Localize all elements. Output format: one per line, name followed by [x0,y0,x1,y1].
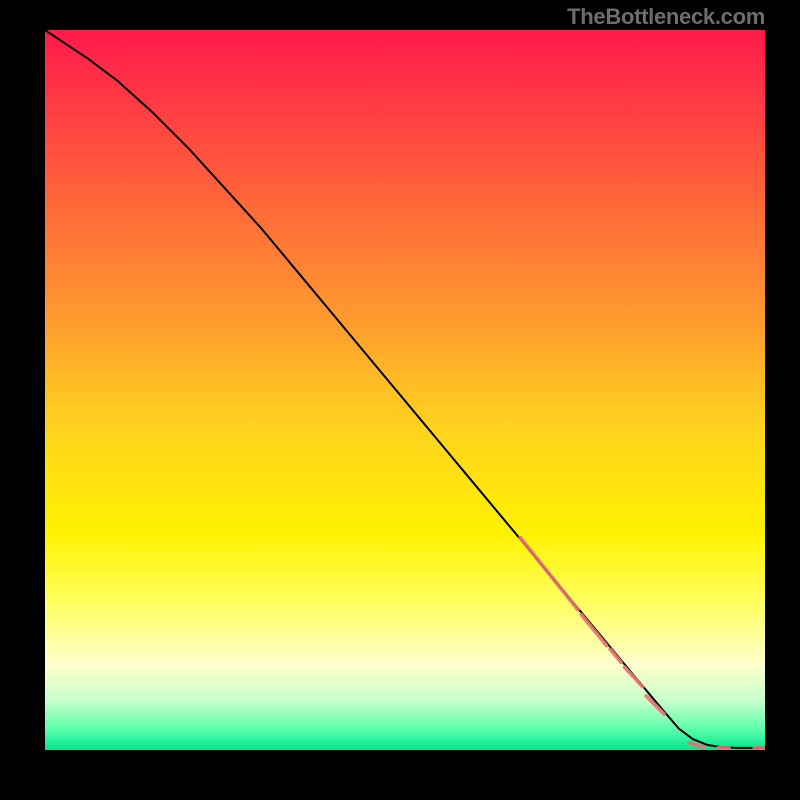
gradient-background [45,30,765,750]
plot-area [45,30,765,750]
chart-frame: TheBottleneck.com [0,0,800,800]
watermark-text: TheBottleneck.com [567,4,765,30]
plot-svg [45,30,765,750]
